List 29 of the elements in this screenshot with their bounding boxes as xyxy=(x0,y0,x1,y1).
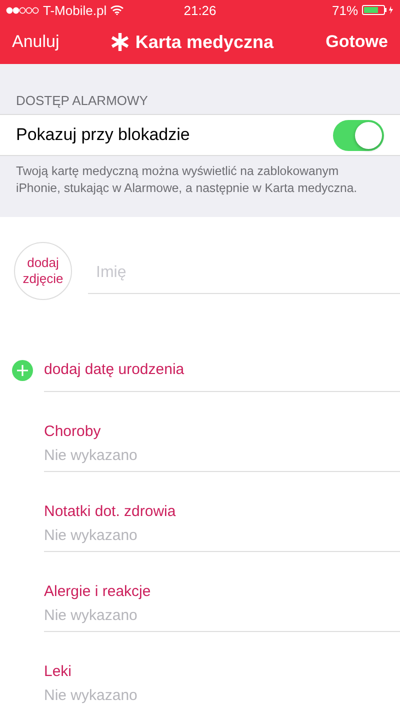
field-label: Notatki dot. zdrowia xyxy=(44,503,177,520)
info-field[interactable]: Choroby Nie wykazano xyxy=(44,392,400,472)
clock-time: 21:26 xyxy=(184,2,216,18)
battery-icon xyxy=(362,5,394,15)
lock-screen-switch[interactable] xyxy=(333,120,384,150)
done-button[interactable]: Gotowe xyxy=(326,32,388,52)
add-birthdate-link[interactable]: dodaj datę urodzenia xyxy=(44,348,400,392)
asterisk-icon xyxy=(111,33,130,51)
toggle-label: Pokazuj przy blokadzie xyxy=(16,125,190,145)
signal-icon xyxy=(6,6,40,14)
wifi-icon xyxy=(110,5,124,15)
info-field[interactable]: Leki Nie wykazano xyxy=(44,632,400,711)
info-field[interactable]: Alergie i reakcje Nie wykazano xyxy=(44,552,400,632)
field-value: Nie wykazano xyxy=(44,687,138,704)
field-value: Nie wykazano xyxy=(44,527,138,544)
cancel-button[interactable]: Anuluj xyxy=(12,32,60,52)
field-label: Leki xyxy=(44,663,73,680)
screen-title: Karta medyczna xyxy=(135,32,274,52)
section-header: DOSTĘP ALARMOWY xyxy=(15,93,149,110)
add-icon[interactable] xyxy=(12,360,33,380)
field-label: Alergie i reakcje xyxy=(44,583,152,600)
field-value: Nie wykazano xyxy=(44,447,138,464)
info-field[interactable]: Notatki dot. zdrowia Nie wykazano xyxy=(44,472,400,552)
carrier-name: T-Mobile.pl xyxy=(43,2,107,18)
add-photo-button[interactable]: dodaj zdjęcie xyxy=(14,242,72,300)
field-value: Nie wykazano xyxy=(44,607,138,624)
battery-percent: 71% xyxy=(332,2,358,18)
footnote-text: Twoją kartę medyczną można wyświetlić na zablokowanym iPhonie, stukając w Alarmowe, a następnie w Karta medyczna. xyxy=(15,163,358,197)
field-label: Choroby xyxy=(44,423,102,440)
